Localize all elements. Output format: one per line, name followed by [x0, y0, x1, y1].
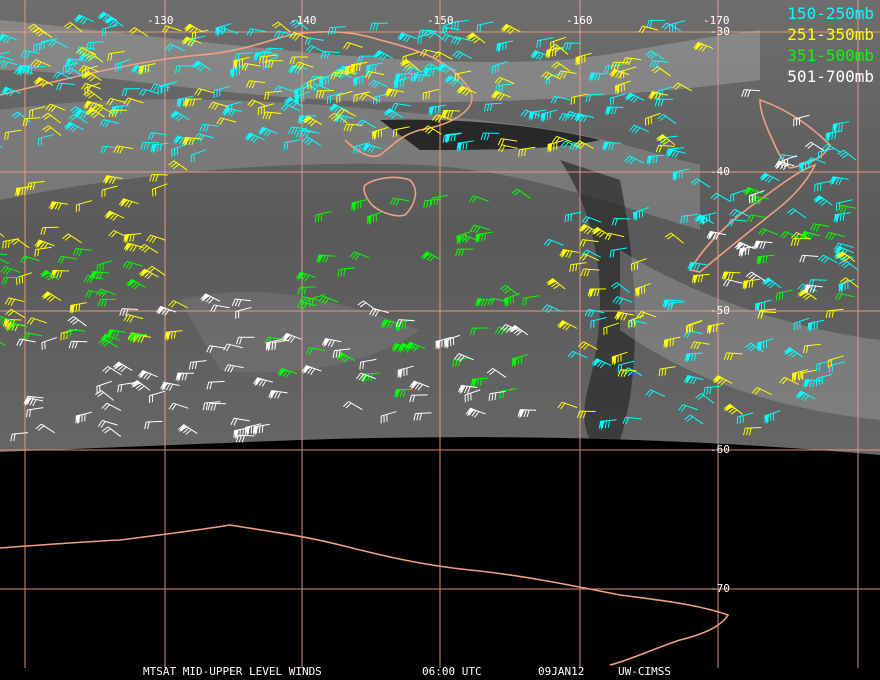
data-source: UW-CIMSS [618, 665, 671, 678]
lon-label-160: -160 [566, 14, 593, 27]
legend-351-500mb: 351-500mb [787, 46, 874, 65]
lat-label-60: -60 [710, 443, 730, 456]
lat-label-30: -30 [710, 25, 730, 38]
lon-label-150: -150 [427, 14, 454, 27]
observation-time: 06:00 UTC [422, 665, 482, 678]
wind-map: -130 -140 -150 -160 -170 -30 -40 -50 -60… [0, 0, 880, 680]
lat-label-70: -70 [710, 582, 730, 595]
legend-251-350mb: 251-350mb [787, 25, 874, 44]
lon-label-130: -130 [147, 14, 174, 27]
product-name: MTSAT MID-UPPER LEVEL WINDS [143, 665, 322, 678]
lon-label-140: -140 [290, 14, 317, 27]
lat-label-40: -40 [710, 165, 730, 178]
map-canvas [0, 0, 880, 668]
lat-label-50: -50 [710, 304, 730, 317]
legend-501-700mb: 501-700mb [787, 67, 874, 86]
observation-date: 09JAN12 [538, 665, 585, 678]
legend-150-250mb: 150-250mb [787, 4, 874, 23]
